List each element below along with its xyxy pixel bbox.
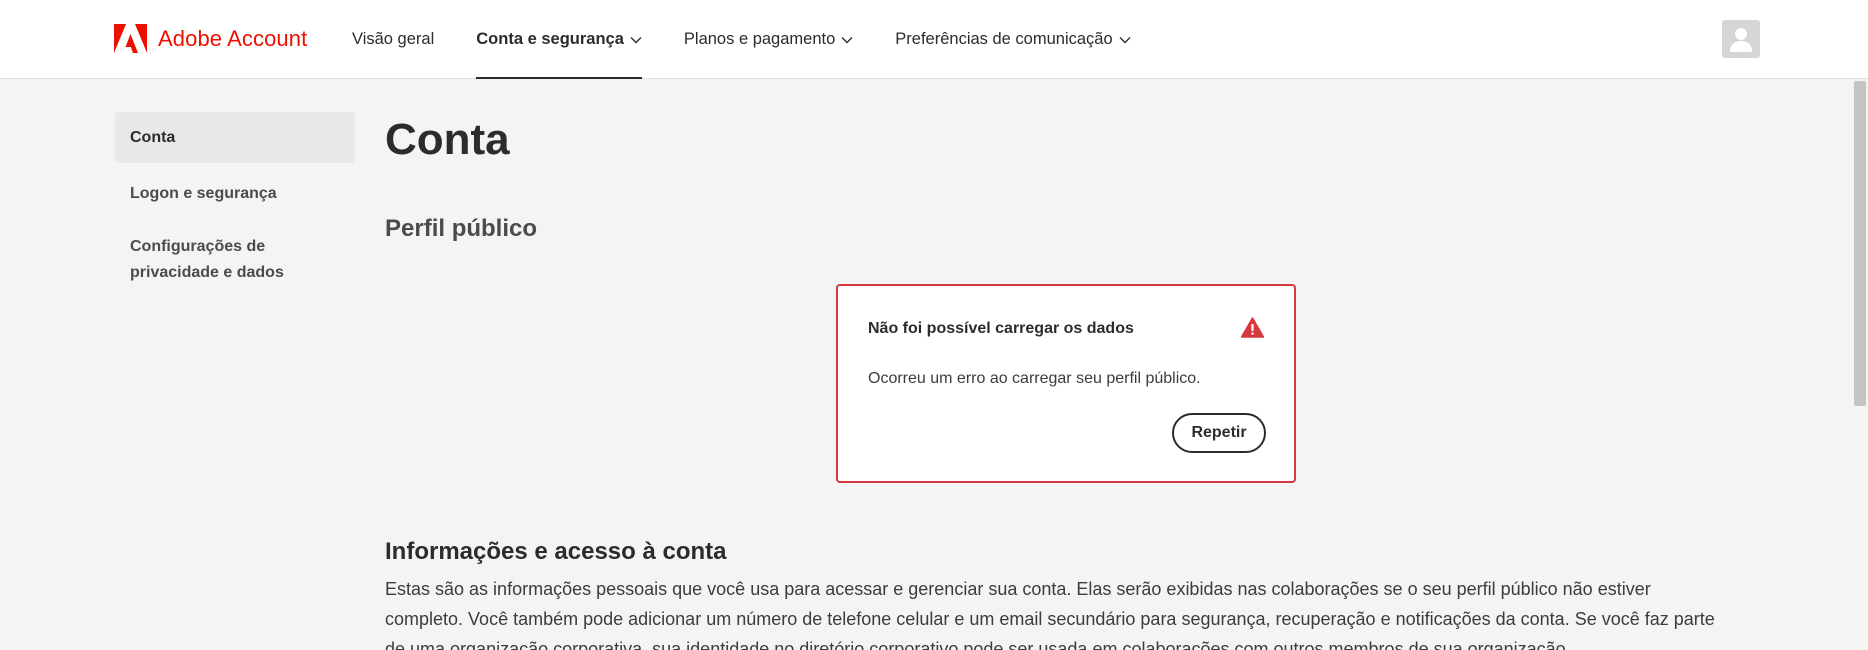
nav-item-overview[interactable]: Visão geral xyxy=(352,0,434,79)
brand-link[interactable]: Adobe Account xyxy=(114,24,307,53)
page-title: Conta xyxy=(385,115,510,164)
sidebar-item-login-security[interactable]: Logon e segurança xyxy=(115,174,355,214)
sidebar-item-account[interactable]: Conta xyxy=(115,112,355,163)
scrollbar-thumb[interactable] xyxy=(1854,81,1866,406)
error-title: Não foi possível carregar os dados xyxy=(868,320,1134,337)
retry-button[interactable]: Repetir xyxy=(1172,413,1266,453)
brand-name: Adobe Account xyxy=(158,25,308,51)
sidebar-item-label: Conta xyxy=(130,128,176,146)
chevron-down-icon xyxy=(1119,36,1131,43)
page-scrollbar[interactable] xyxy=(1852,79,1868,650)
nav-item-plans-payment[interactable]: Planos e pagamento xyxy=(684,0,853,79)
sidebar-item-label: Logon e segurança xyxy=(130,185,277,202)
user-avatar-button[interactable] xyxy=(1722,20,1760,58)
nav-item-label: Visão geral xyxy=(352,30,435,48)
warning-icon xyxy=(1241,317,1264,338)
nav-item-label: Preferências de comunicação xyxy=(895,30,1113,48)
nav-item-label: Conta e segurança xyxy=(476,30,624,48)
sidebar: Conta Logon e segurança Configurações de… xyxy=(115,112,355,286)
chevron-down-icon xyxy=(841,36,853,43)
user-avatar-icon xyxy=(1730,28,1752,52)
profile-heading: Perfil público xyxy=(385,215,538,242)
account-info-description: Estas são as informações pessoais que vo… xyxy=(385,579,1715,650)
account-info-heading: Informações e acesso à conta xyxy=(385,538,727,565)
sidebar-item-label: Configurações de privacidade e dados xyxy=(130,238,284,281)
nav-item-label: Planos e pagamento xyxy=(683,30,836,48)
adobe-logo-icon xyxy=(114,24,147,53)
nav-item-communication-preferences[interactable]: Preferências de comunicação xyxy=(895,0,1131,79)
error-message: Ocorreu um erro ao carregar seu perfil p… xyxy=(868,370,1201,387)
chevron-down-icon xyxy=(630,36,642,43)
main-nav: Visão geral Conta e segurança Planos e p… xyxy=(352,0,1173,79)
sidebar-item-privacy-data[interactable]: Configurações de privacidade e dados xyxy=(115,234,355,286)
nav-item-account-security[interactable]: Conta e segurança xyxy=(476,0,642,79)
top-header: Adobe Account Visão geral Conta e segura… xyxy=(0,0,1868,79)
error-card: Não foi possível carregar os dados Ocorr… xyxy=(836,284,1296,483)
